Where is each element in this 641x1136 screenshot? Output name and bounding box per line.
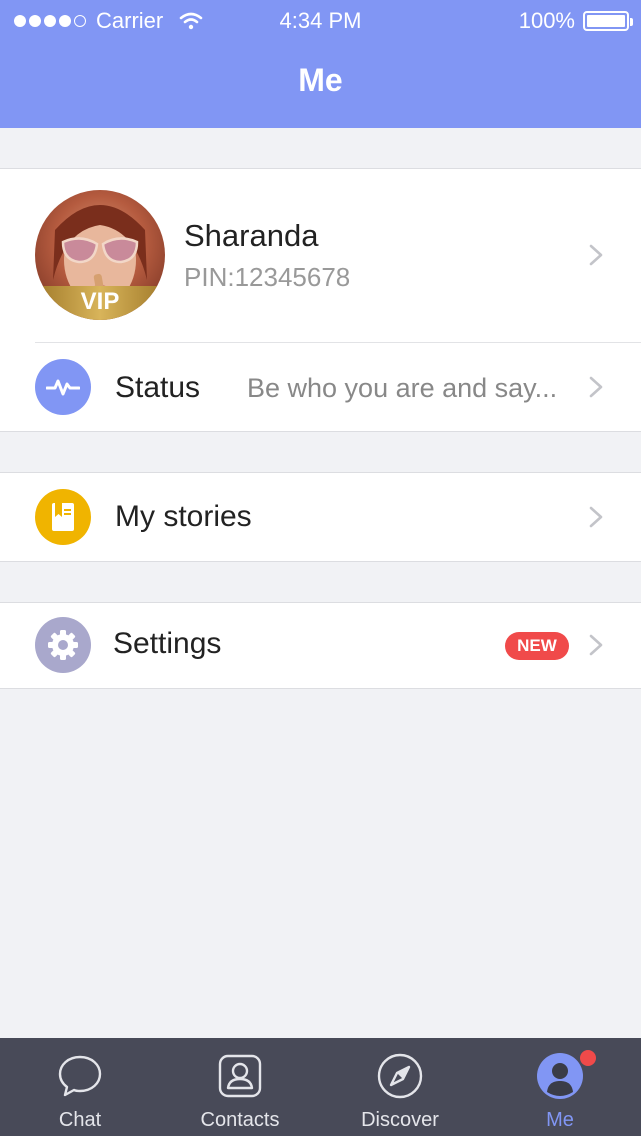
status-label: Status	[115, 371, 201, 404]
chat-bubble-icon	[58, 1055, 102, 1097]
new-badge: NEW	[505, 632, 569, 660]
book-icon	[35, 489, 91, 545]
status-row[interactable]: Status Be who you are and say...	[0, 343, 641, 432]
status-text: Be who you are and say...	[247, 373, 558, 403]
tab-discover[interactable]: Discover	[320, 1038, 480, 1136]
chevron-right-icon	[589, 244, 603, 266]
contacts-icon	[218, 1054, 262, 1098]
battery-icon	[583, 11, 633, 31]
my-stories-row[interactable]: My stories	[0, 472, 641, 562]
profile-section: VIP Status Be who you are and say...	[0, 168, 641, 432]
pulse-icon	[35, 359, 91, 415]
page-title: Me	[298, 62, 343, 98]
profile-row[interactable]: VIP	[0, 169, 641, 342]
tab-contacts[interactable]: Contacts	[160, 1038, 320, 1136]
tab-label: Contacts	[200, 1109, 280, 1131]
battery-percent: 100%	[518, 8, 575, 33]
tab-chat[interactable]: Chat	[0, 1038, 160, 1136]
compass-icon	[377, 1053, 423, 1099]
chevron-right-icon	[589, 506, 603, 528]
tab-label: Chat	[58, 1109, 102, 1131]
profile-pin: PIN:12345678	[184, 262, 351, 292]
tab-label: Me	[546, 1109, 574, 1131]
profile-name: Sharanda	[184, 218, 319, 253]
notification-dot	[580, 1050, 596, 1066]
profile-icon	[537, 1053, 583, 1099]
settings-row[interactable]: Settings NEW	[0, 602, 641, 689]
status-bar: Carrier 4:34 PM 100%	[0, 0, 641, 40]
avatar[interactable]: VIP	[35, 190, 165, 320]
settings-label: Settings	[113, 627, 222, 660]
chevron-right-icon	[589, 634, 603, 656]
header-bar: Carrier 4:34 PM 100% Me	[0, 0, 641, 128]
tab-label: Discover	[361, 1109, 439, 1131]
my-stories-label: My stories	[115, 500, 252, 533]
tab-bar: Chat Contacts Discover Me	[0, 1038, 641, 1136]
gear-icon	[35, 617, 91, 673]
tab-me[interactable]: Me	[480, 1038, 640, 1136]
vip-badge: VIP	[35, 286, 165, 320]
chevron-right-icon	[589, 376, 603, 398]
